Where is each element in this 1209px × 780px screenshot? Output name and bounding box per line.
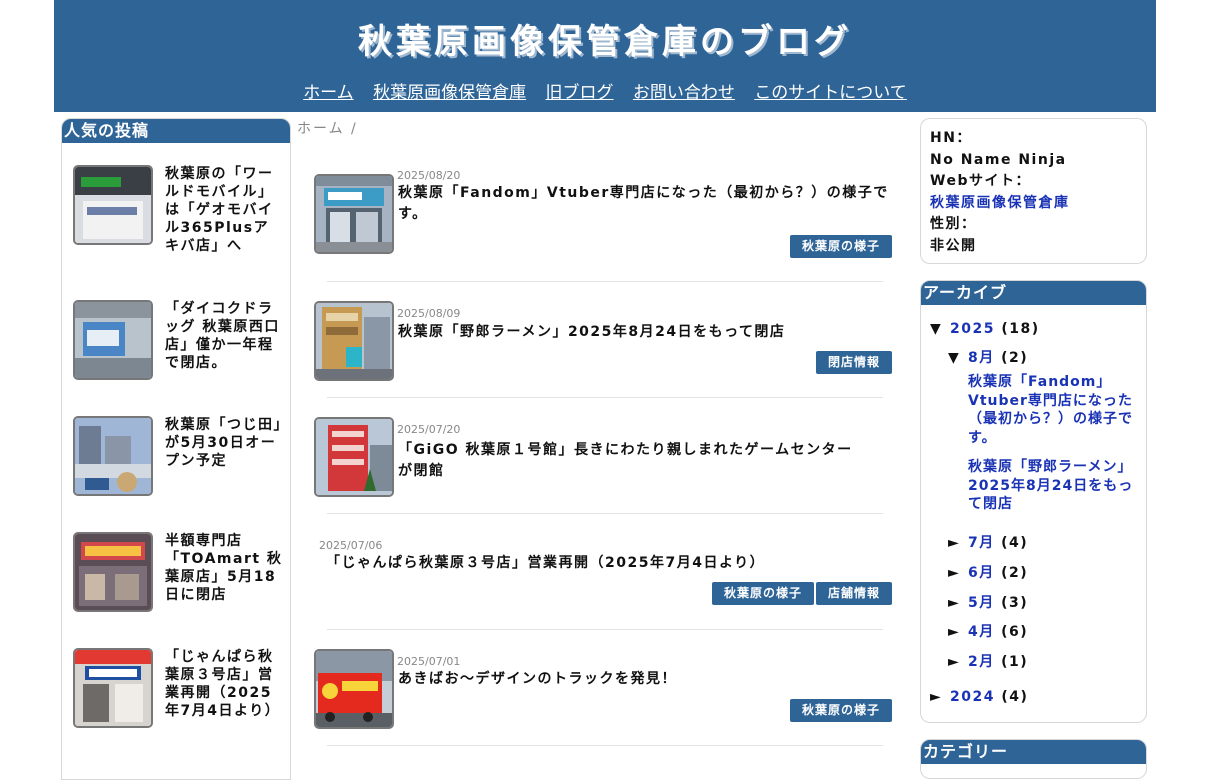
- post-entry: 2025/08/09 秋葉原「野郎ラーメン」2025年8月24日をもって閉店 閉…: [314, 301, 892, 381]
- tag-button[interactable]: 秋葉原の様子: [711, 582, 814, 605]
- archive-month-february: ► 2月 (1): [948, 651, 1028, 671]
- collapse-toggle-icon[interactable]: ►: [948, 624, 968, 640]
- nav-old-blog[interactable]: 旧ブログ: [546, 83, 614, 103]
- collapse-toggle-icon[interactable]: ►: [948, 595, 968, 611]
- archive-post-link[interactable]: 秋葉原「Fandom」Vtuber専門店になった（最初から？）の様子です。: [968, 373, 1140, 447]
- archive-count: (6): [1001, 624, 1029, 640]
- profile-hn-label: HN：: [930, 130, 972, 146]
- archive-count: (2): [1001, 565, 1029, 581]
- archive-count: (1): [1001, 654, 1029, 670]
- archive-month-link[interactable]: 7月: [968, 535, 995, 551]
- post-title[interactable]: 秋葉原「野郎ラーメン」2025年8月24日をもって閉店: [398, 322, 890, 343]
- tag-button[interactable]: 秋葉原の様子: [789, 235, 892, 258]
- category-title: カテゴリー: [921, 740, 1146, 764]
- tag-button[interactable]: 秋葉原の様子: [789, 699, 892, 722]
- archive-month-may: ► 5月 (3): [948, 592, 1028, 612]
- post-entry: 2025/08/20 秋葉原「Fandom」Vtuber専門店になった（最初から…: [314, 168, 892, 263]
- popular-post-thumbnail[interactable]: [73, 648, 153, 728]
- post-date: 2025/07/20: [397, 423, 461, 436]
- popular-post-thumbnail[interactable]: [73, 532, 153, 612]
- post-thumbnail[interactable]: [314, 649, 394, 729]
- popular-post-title[interactable]: 秋葉原の「ワールドモバイル」は「ゲオモバイル365Plusアキバ店」へ: [165, 165, 283, 255]
- popular-posts-title: 人気の投稿: [62, 119, 290, 143]
- archive-month-link[interactable]: 5月: [968, 595, 995, 611]
- site-header: 秋葉原画像保管倉庫のブログ ホーム 秋葉原画像保管倉庫 旧ブログ お問い合わせ …: [54, 0, 1156, 112]
- post-divider: [327, 397, 883, 398]
- profile-sex: 非公開: [930, 237, 977, 254]
- post-thumbnail[interactable]: [314, 301, 394, 381]
- popular-posts-widget: 人気の投稿 秋葉原の「ワールドモバイル」は「ゲオモバイル365Plusアキバ店」…: [61, 118, 291, 780]
- post-title[interactable]: 秋葉原「Fandom」Vtuber専門店になった（最初から？）の様子です。: [398, 183, 890, 225]
- collapse-toggle-icon[interactable]: ►: [930, 689, 950, 705]
- post-title[interactable]: あきばお～デザインのトラックを発見！: [398, 669, 890, 690]
- expand-toggle-icon[interactable]: ▼: [930, 321, 950, 337]
- tag-button[interactable]: 店舗情報: [815, 582, 892, 605]
- post-entry: 2025/07/01 あきばお～デザインのトラックを発見！ 秋葉原の様子: [314, 649, 892, 729]
- archive-count: (2): [1001, 350, 1029, 366]
- post-divider: [327, 281, 883, 282]
- profile-website-label: Webサイト：: [930, 173, 1031, 189]
- archive-month-april: ► 4月 (6): [948, 621, 1028, 641]
- archive-month-link[interactable]: 4月: [968, 624, 995, 640]
- nav-home[interactable]: ホーム: [303, 83, 354, 103]
- archive-count: (3): [1001, 595, 1029, 611]
- post-date: 2025/07/06: [319, 539, 383, 552]
- post-title[interactable]: 「じゃんぱら秋葉原３号店」営業再開（2025年7月4日より）: [326, 553, 886, 574]
- collapse-toggle-icon[interactable]: ►: [948, 535, 968, 551]
- archive-year-2024: ► 2024 (4): [930, 689, 1028, 705]
- archive-title: アーカイブ: [921, 281, 1146, 305]
- post-date: 2025/07/01: [397, 655, 461, 668]
- profile-widget: HN： No Name Ninja Webサイト： 秋葉原画像保管倉庫 性別： …: [920, 118, 1147, 264]
- post-divider: [327, 745, 883, 746]
- popular-post-title[interactable]: 秋葉原「つじ田」が5月30日オープン予定: [165, 416, 283, 470]
- archive-year-link[interactable]: 2025: [950, 321, 995, 337]
- site-title[interactable]: 秋葉原画像保管倉庫のブログ: [54, 14, 1156, 63]
- popular-post-thumbnail[interactable]: [73, 300, 153, 380]
- popular-post-thumbnail[interactable]: [73, 165, 153, 245]
- profile-sex-label: 性別：: [930, 216, 977, 232]
- popular-post-title[interactable]: 半額専門店「TOAmart 秋葉原店」5月18日に閉店: [165, 532, 283, 604]
- main-nav: ホーム 秋葉原画像保管倉庫 旧ブログ お問い合わせ このサイトについて: [54, 78, 1156, 103]
- post-title[interactable]: 「GiGO 秋葉原１号館」長きにわたり親しまれたゲームセンターが閉館: [398, 440, 868, 482]
- archive-year-link[interactable]: 2024: [950, 689, 995, 705]
- category-widget: カテゴリー: [920, 739, 1147, 779]
- archive-month-july: ► 7月 (4): [948, 532, 1028, 552]
- archive-count: (4): [1001, 689, 1029, 705]
- post-tags: 閉店情報: [815, 351, 892, 374]
- nav-about[interactable]: このサイトについて: [754, 83, 907, 103]
- post-entry: 2025/07/20 「GiGO 秋葉原１号館」長きにわたり親しまれたゲームセン…: [314, 417, 892, 497]
- post-tags: 秋葉原の様子: [789, 235, 892, 258]
- archive-count: (18): [1001, 321, 1040, 337]
- archive-widget: アーカイブ ▼ 2025 (18) ▼ 8月 (2) 秋葉原「Fandom」Vtub…: [920, 280, 1147, 723]
- archive-month-link[interactable]: 6月: [968, 565, 995, 581]
- post-divider: [327, 513, 883, 514]
- archive-post-link[interactable]: 秋葉原「野郎ラーメン」2025年8月24日をもって閉店: [968, 458, 1140, 514]
- nav-contact[interactable]: お問い合わせ: [633, 83, 735, 103]
- profile-hn: No Name Ninja: [930, 151, 1067, 168]
- collapse-toggle-icon[interactable]: ►: [948, 654, 968, 670]
- archive-month-link[interactable]: 8月: [968, 350, 995, 366]
- archive-month-june: ► 6月 (2): [948, 562, 1028, 582]
- profile-website-link[interactable]: 秋葉原画像保管倉庫: [930, 193, 1146, 215]
- post-date: 2025/08/09: [397, 307, 461, 320]
- collapse-toggle-icon[interactable]: ►: [948, 565, 968, 581]
- archive-count: (4): [1001, 535, 1029, 551]
- post-tags: 秋葉原の様子 店舗情報: [711, 582, 892, 605]
- post-tags: 秋葉原の様子: [789, 699, 892, 722]
- expand-toggle-icon[interactable]: ▼: [948, 350, 968, 366]
- archive-month-august: ▼ 8月 (2): [948, 347, 1028, 367]
- post-date: 2025/08/20: [397, 169, 461, 182]
- post-divider: [327, 629, 883, 630]
- tag-button[interactable]: 閉店情報: [815, 351, 892, 374]
- popular-post-title[interactable]: 「じゃんぱら秋葉原３号店」営業再開（2025年7月4日より）: [165, 648, 283, 720]
- archive-year-2025: ▼ 2025 (18): [930, 321, 1040, 337]
- nav-image-archive[interactable]: 秋葉原画像保管倉庫: [373, 83, 526, 103]
- popular-post-title[interactable]: 「ダイコクドラッグ 秋葉原西口店」僅か一年程で閉店。: [165, 300, 283, 372]
- post-thumbnail[interactable]: [314, 417, 394, 497]
- popular-post-thumbnail[interactable]: [73, 416, 153, 496]
- breadcrumb[interactable]: ホーム /: [297, 118, 358, 138]
- post-entry: 2025/07/06 「じゃんぱら秋葉原３号店」営業再開（2025年7月4日より…: [314, 538, 892, 613]
- post-thumbnail[interactable]: [314, 174, 394, 254]
- archive-month-link[interactable]: 2月: [968, 654, 995, 670]
